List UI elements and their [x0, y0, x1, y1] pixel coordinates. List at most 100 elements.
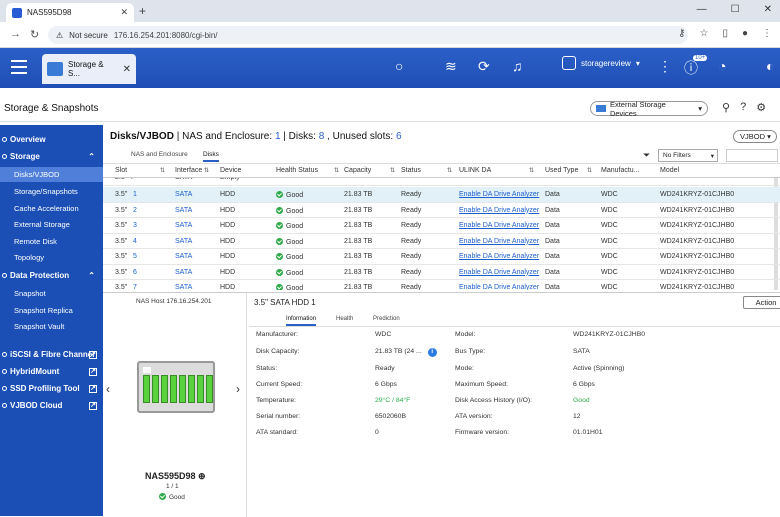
forward-icon[interactable]: → — [10, 28, 21, 40]
help-icon[interactable]: ? — [740, 101, 746, 114]
search-icon[interactable]: ○ — [395, 58, 403, 74]
sidebar-item-iscsi-fibre-channel[interactable]: iSCSI & Fibre Channel ↗ — [0, 347, 103, 362]
filter-icon[interactable]: ⏷ — [643, 150, 650, 161]
sidebar-item-snapshot-replica[interactable]: Snapshot Replica — [0, 303, 103, 318]
sidebar-item-cache-acceleration[interactable]: Cache Acceleration — [0, 201, 103, 216]
table-row[interactable]: 3.5" 1 SATA HDD Good 21.83 TB Ready Enable DA D… — [103, 187, 780, 203]
chevron-up-icon[interactable]: ⌃ — [88, 152, 95, 161]
close-window-icon[interactable]: ✕ — [764, 4, 772, 15]
tab-nas-enclosure[interactable]: NAS and Enclosure — [131, 151, 188, 158]
tab-information[interactable]: Information — [286, 316, 317, 326]
table-row[interactable]: 3.5" 3 SATA HDD Good 21.83 TB Ready Enable DA D… — [103, 218, 780, 234]
cell-ulink[interactable]: Enable DA Drive Analyzer — [459, 284, 539, 290]
table-row[interactable]: 3.5" 2 SATA HDD Good 21.83 TB Ready Enable DA D… — [103, 203, 780, 218]
column-header[interactable]: Manufactu... — [601, 167, 640, 174]
sidebar-item-external-storage[interactable]: External Storage — [0, 217, 103, 232]
cell-ulink[interactable]: Enable DA Drive Analyzer — [459, 253, 539, 260]
prev-arrow-icon[interactable]: ‹ — [106, 382, 110, 396]
table-row[interactable]: 2.5" 4 SATA Empty — [103, 178, 780, 186]
search-input[interactable] — [726, 149, 778, 162]
drive-bay[interactable] — [179, 375, 186, 403]
drive-bay[interactable] — [152, 375, 159, 403]
drive-bay[interactable] — [143, 375, 150, 403]
nas-image[interactable] — [137, 361, 215, 413]
column-header[interactable]: Used Type — [545, 167, 578, 174]
more-icon[interactable]: ⋮ — [658, 58, 672, 75]
zoom-icon[interactable]: ⊕ — [198, 471, 206, 481]
chevron-up-icon[interactable]: ⌃ — [88, 271, 95, 280]
drive-bay[interactable] — [188, 375, 195, 403]
close-app-icon[interactable]: ✕ — [123, 64, 131, 75]
column-header[interactable]: Capacity — [344, 167, 371, 174]
storage-source-select[interactable]: External Storage Devices ▾ — [590, 100, 708, 118]
column-header[interactable]: Status — [401, 167, 421, 174]
table-row[interactable]: 3.5" 6 SATA HDD Good 21.83 TB Ready Enable DA D… — [103, 265, 780, 280]
menu-icon[interactable]: ⋮ — [762, 28, 772, 39]
column-header[interactable]: Model — [660, 167, 679, 174]
sidebar-item-remote-disk[interactable]: Remote Disk — [0, 234, 103, 249]
dashboard-icon[interactable]: ◔ — [718, 58, 726, 74]
sort-icon[interactable]: ⇅ — [447, 167, 452, 174]
column-header[interactable]: ULINK DA — [459, 167, 491, 174]
tab-health[interactable]: Health — [336, 316, 353, 322]
sidebar-toggle-icon[interactable]: ▯ — [722, 28, 728, 39]
search-zoom-icon[interactable]: ⚲ — [722, 101, 730, 114]
info-icon[interactable]: i — [427, 348, 437, 357]
tab-disks[interactable]: Disks — [203, 151, 219, 162]
cell-ulink[interactable]: Enable DA Drive Analyzer — [459, 238, 539, 245]
sort-icon[interactable]: ⇅ — [334, 167, 339, 174]
table-row[interactable]: 3.5" 7 SATA HDD Good 21.83 TB Ready Enable DA D… — [103, 280, 780, 290]
sidebar-item-snapshot[interactable]: Snapshot — [0, 286, 103, 301]
key-icon[interactable]: ⚷ — [678, 28, 685, 39]
minimize-icon[interactable]: — — [697, 4, 707, 15]
main-menu-icon[interactable] — [11, 60, 27, 74]
sidebar-item-disks-vjbod[interactable]: Disks/VJBOD — [0, 167, 103, 182]
table-row[interactable]: 3.5" 4 SATA HDD Good 21.83 TB Ready Enable DA D… — [103, 234, 780, 249]
view-select[interactable]: VJBOD ▾ — [733, 130, 777, 143]
profile-icon[interactable]: ● — [742, 28, 748, 39]
sync-icon[interactable]: ⟳ — [478, 58, 490, 75]
column-header[interactable]: Slot — [115, 167, 127, 174]
reload-icon[interactable]: ↻ — [30, 28, 39, 41]
table-row[interactable]: 3.5" 5 SATA HDD Good 21.83 TB Ready Enable DA D… — [103, 249, 780, 265]
cell-ulink[interactable]: Enable DA Drive Analyzer — [459, 191, 539, 198]
column-header[interactable]: Health Status — [276, 167, 318, 174]
sort-icon[interactable]: ⇅ — [529, 167, 534, 174]
sort-icon[interactable]: ⇅ — [204, 167, 209, 174]
star-icon[interactable]: ☆ — [699, 28, 708, 39]
column-header[interactable]: Interface — [175, 167, 202, 174]
drive-bay[interactable] — [161, 375, 168, 403]
sidebar-item-data-protection[interactable]: Data Protection ⌃ — [0, 268, 103, 283]
sort-icon[interactable]: ⇅ — [587, 167, 592, 174]
sidebar-item-hybridmount[interactable]: HybridMount ↗ — [0, 364, 103, 379]
stack-icon[interactable]: ≋ — [445, 58, 457, 75]
sidebar-item-storage-snapshots[interactable]: Storage/Snapshots — [0, 184, 103, 199]
drive-bay[interactable] — [197, 375, 204, 403]
sidebar-item-snapshot-vault[interactable]: Snapshot Vault — [0, 319, 103, 334]
sidebar-item-vjbod-cloud[interactable]: VJBOD Cloud ↗ — [0, 398, 103, 413]
sidebar-item-ssd-profiling-tool[interactable]: SSD Profiling Tool ↗ — [0, 381, 103, 396]
filter-select[interactable]: No Filters ▾ — [658, 149, 718, 162]
info-icon[interactable]: ⓘ — [684, 58, 698, 78]
sidebar-item-topology[interactable]: Topology — [0, 250, 103, 265]
drive-bay[interactable] — [170, 375, 177, 403]
settings-icon[interactable]: ⚙ — [756, 101, 766, 114]
sort-icon[interactable]: ⇅ — [390, 167, 395, 174]
sidebar-item-overview[interactable]: Overview — [0, 132, 103, 147]
close-tab-icon[interactable]: ✕ — [120, 7, 128, 18]
cell-ulink[interactable]: Enable DA Drive Analyzer — [459, 207, 539, 214]
cell-ulink[interactable]: Enable DA Drive Analyzer — [459, 269, 539, 276]
next-arrow-icon[interactable]: › — [236, 382, 240, 396]
tab-prediction[interactable]: Prediction — [373, 316, 400, 322]
resource-icon[interactable]: ◐ — [766, 58, 774, 74]
action-button[interactable]: Action — [743, 296, 780, 309]
cell-ulink[interactable]: Enable DA Drive Analyzer — [459, 222, 539, 229]
maximize-icon[interactable]: ☐ — [731, 4, 740, 15]
sidebar-item-storage[interactable]: Storage ⌃ — [0, 149, 103, 164]
column-header[interactable]: Device — [220, 167, 241, 174]
drive-bay[interactable] — [206, 375, 213, 403]
url-field[interactable]: ⚠ Not secure 176.16.254.201:8080/cgi-bin… — [48, 26, 688, 44]
new-tab-icon[interactable]: + — [139, 4, 146, 18]
app-tab-storage[interactable]: Storage & S... ✕ — [42, 54, 136, 84]
sort-icon[interactable]: ⇅ — [160, 167, 165, 174]
